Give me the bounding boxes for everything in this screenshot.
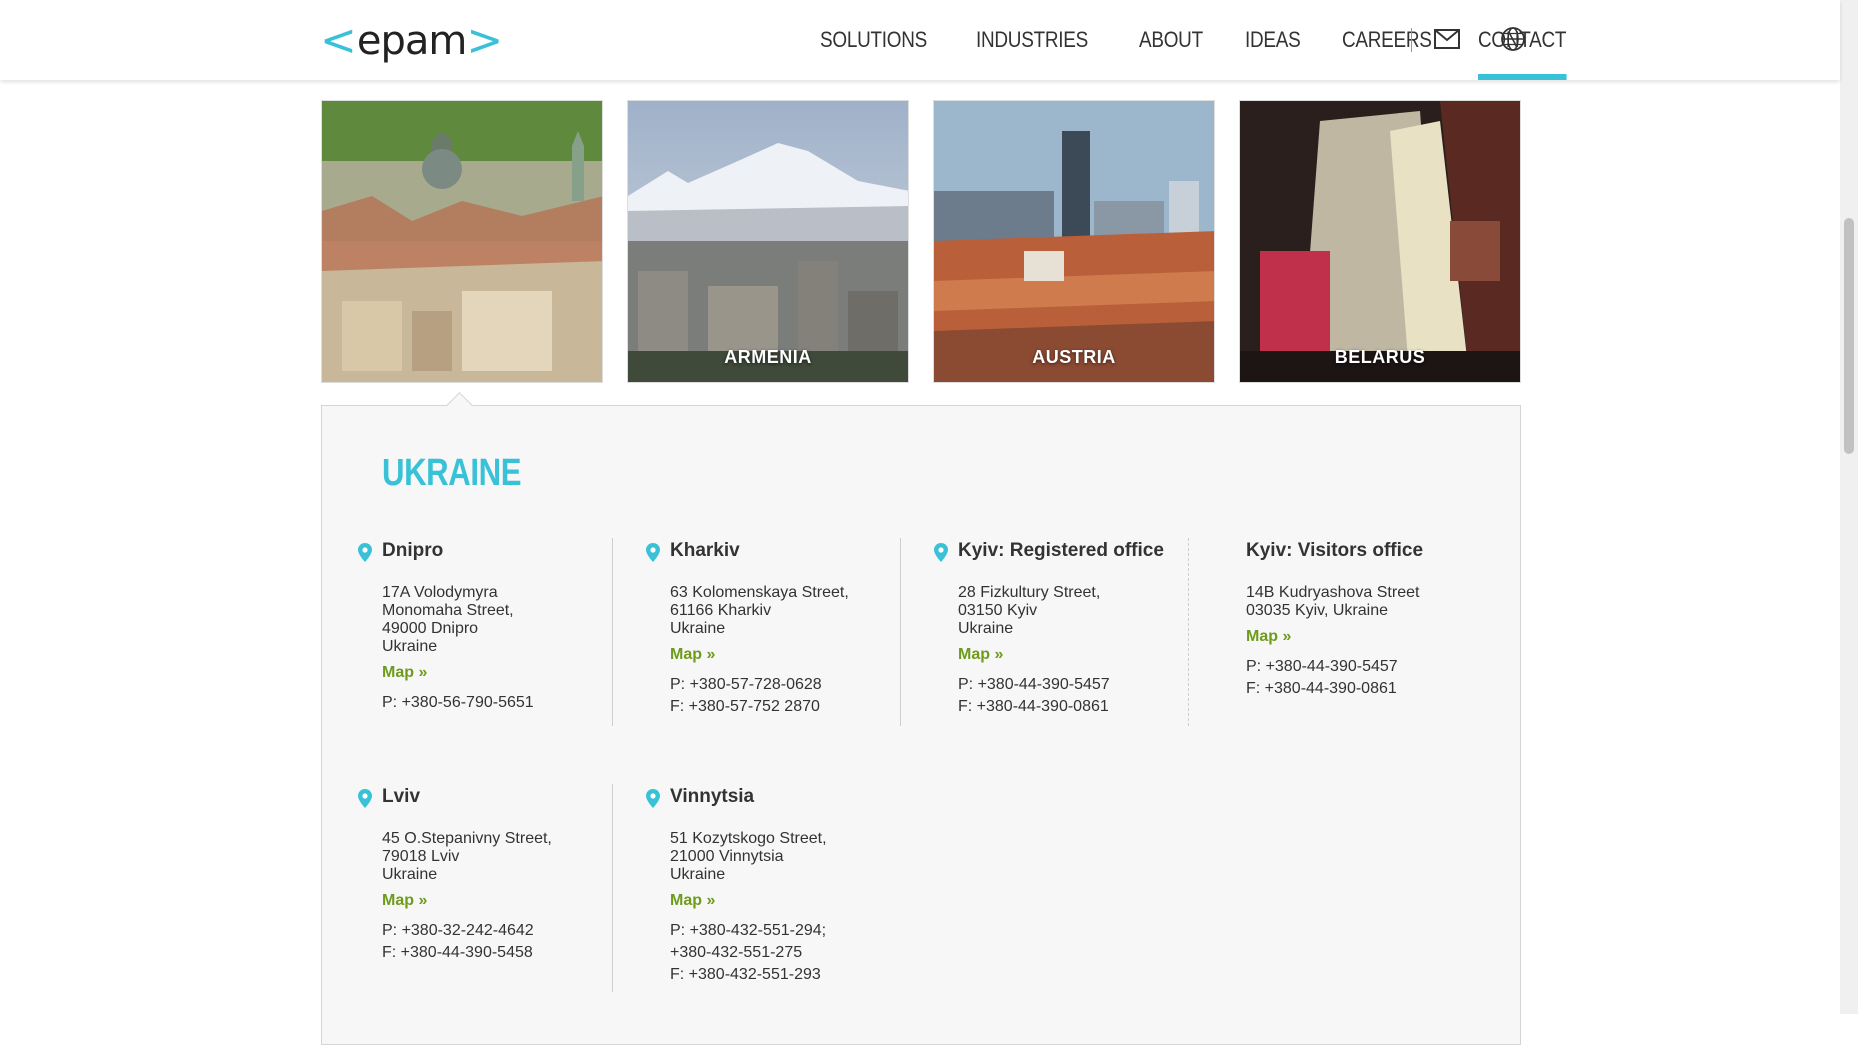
location-pin-icon — [358, 789, 372, 808]
address-line: 03150 Kyiv — [958, 602, 1038, 619]
office-name: Kharkiv — [670, 540, 740, 561]
address-line: Ukraine — [382, 638, 438, 655]
address-line: 21000 Vinnytsia — [670, 848, 784, 865]
mail-icon[interactable] — [1434, 28, 1460, 50]
map-link[interactable]: Map » — [670, 646, 715, 664]
country-tile-belarus[interactable]: BELARUS — [1239, 100, 1521, 383]
address-line: 61166 Kharkiv — [670, 602, 772, 619]
office-address: 28 Fizkultury Street, 03150 Kyiv Ukraine — [958, 584, 1208, 638]
address-line: 17A Volodymyra — [382, 584, 498, 601]
office-phones: P: +380-44-390-5457 F: +380-44-390-0861 — [958, 674, 1208, 718]
phone-line: P: +380-57-728-0628 — [670, 676, 822, 693]
office-phones: P: +380-32-242-4642 F: +380-44-390-5458 — [382, 920, 632, 964]
office-address: 51 Kozytskogo Street, 21000 Vinnytsia Uk… — [670, 830, 920, 884]
phone-line: P: +380-56-790-5651 — [382, 694, 534, 711]
phone-line: P: +380-432-551-294; — [670, 922, 827, 939]
nav-ideas[interactable]: IDEAS — [1245, 0, 1301, 80]
location-pin-icon — [646, 789, 660, 808]
nav-careers[interactable]: CAREERS — [1342, 0, 1432, 80]
address-line: 03035 Kyiv, Ukraine — [1246, 602, 1388, 619]
country-label: ARMENIA — [724, 347, 812, 367]
phone-line: P: +380-44-390-5457 — [1246, 658, 1398, 675]
fax-line: F: +380-432-551-293 — [670, 966, 821, 983]
address-line: Ukraine — [958, 620, 1014, 637]
office-kyiv-registered: Kyiv: Registered office 28 Fizkultury St… — [934, 540, 1208, 718]
office-name: Kyiv: Visitors office — [1246, 540, 1424, 561]
address-line: 63 Kolomenskaya Street, — [670, 584, 849, 601]
main-nav: SOLUTIONS INDUSTRIES ABOUT IDEAS CAREERS… — [820, 0, 1612, 80]
office-phones: P: +380-432-551-294; +380-432-551-275 F:… — [670, 920, 920, 986]
map-link[interactable]: Map » — [382, 664, 427, 682]
location-pin-icon — [934, 543, 948, 562]
address-line: 79018 Lviv — [382, 848, 460, 865]
epam-logo[interactable]: < epam > — [320, 18, 503, 64]
office-phones: P: +380-44-390-5457 F: +380-44-390-0861 — [1246, 656, 1496, 700]
address-line: 51 Kozytskogo Street, — [670, 830, 827, 847]
office-address: 45 O.Stepanivny Street, 79018 Lviv Ukrai… — [382, 830, 632, 884]
column-divider — [900, 538, 901, 726]
office-name: Lviv — [382, 786, 421, 807]
location-pin-icon — [646, 543, 660, 562]
address-line: 28 Fizkultury Street, — [958, 584, 1101, 601]
phone-line: P: +380-32-242-4642 — [382, 922, 534, 939]
office-dnipro: Dnipro 17A Volodymyra Monomaha Street, 4… — [358, 540, 632, 714]
armenia-city-image — [628, 101, 908, 382]
fax-line: F: +380-44-390-5458 — [382, 944, 533, 961]
office-lviv: Lviv 45 O.Stepanivny Street, 79018 Lviv … — [358, 786, 632, 964]
logo-right-bracket: > — [466, 15, 504, 66]
address-line: 14B Kudryashova Street — [1246, 584, 1420, 601]
logo-word: epam — [356, 18, 467, 64]
globe-icon[interactable] — [1500, 26, 1526, 52]
scrollbar-thumb[interactable] — [1844, 218, 1854, 454]
nav-about[interactable]: ABOUT — [1139, 0, 1203, 80]
address-line: Monomaha Street, — [382, 602, 514, 619]
office-phones: P: +380-56-790-5651 — [382, 692, 632, 714]
office-name: Kyiv: Registered office — [958, 540, 1164, 561]
country-label: BELARUS — [1334, 347, 1426, 367]
address-line: Ukraine — [382, 866, 438, 883]
belarus-city-image — [1240, 101, 1520, 382]
country-label: AUSTRIA — [1032, 347, 1116, 367]
office-address: 14B Kudryashova Street 03035 Kyiv, Ukrai… — [1246, 584, 1496, 620]
office-address: 17A Volodymyra Monomaha Street, 49000 Dn… — [382, 584, 632, 656]
location-pin-icon — [358, 543, 372, 562]
nav-divider — [1411, 28, 1412, 52]
map-link[interactable]: Map » — [670, 892, 715, 910]
office-name: Dnipro — [382, 540, 444, 561]
fax-line: F: +380-44-390-0861 — [1246, 680, 1397, 697]
office-phones: P: +380-57-728-0628 F: +380-57-752 2870 — [670, 674, 920, 718]
page-scrollbar[interactable] — [1840, 0, 1858, 1014]
phone-line: +380-432-551-275 — [670, 944, 803, 961]
column-divider — [1188, 538, 1190, 726]
address-line: 45 O.Stepanivny Street, — [382, 830, 552, 847]
map-link[interactable]: Map » — [382, 892, 427, 910]
country-tile-ukraine[interactable] — [321, 100, 603, 383]
office-name: Vinnytsia — [670, 786, 755, 807]
nav-industries[interactable]: INDUSTRIES — [976, 0, 1088, 80]
office-vinnytsia: Vinnytsia 51 Kozytskogo Street, 21000 Vi… — [646, 786, 920, 986]
nav-solutions[interactable]: SOLUTIONS — [820, 0, 927, 80]
address-line: Ukraine — [670, 620, 726, 637]
austria-city-image — [934, 101, 1214, 382]
office-address: 63 Kolomenskaya Street, 61166 Kharkiv Uk… — [670, 584, 920, 638]
country-tile-austria[interactable]: AUSTRIA — [933, 100, 1215, 383]
site-header: < epam > SOLUTIONS INDUSTRIES ABOUT IDEA… — [0, 0, 1840, 80]
fax-line: F: +380-57-752 2870 — [670, 698, 820, 715]
office-kharkiv: Kharkiv 63 Kolomenskaya Street, 61166 Kh… — [646, 540, 920, 718]
country-title: UKRAINE — [382, 452, 522, 494]
map-link[interactable]: Map » — [958, 646, 1003, 664]
column-divider — [612, 784, 613, 992]
address-line: 49000 Dnipro — [382, 620, 479, 637]
map-link[interactable]: Map » — [1246, 628, 1291, 646]
phone-line: P: +380-44-390-5457 — [958, 676, 1110, 693]
office-kyiv-visitors: Kyiv: Visitors office 14B Kudryashova St… — [1246, 540, 1496, 700]
logo-left-bracket: < — [320, 15, 357, 66]
ukraine-city-image — [322, 101, 602, 382]
column-divider — [612, 538, 613, 726]
fax-line: F: +380-44-390-0861 — [958, 698, 1109, 715]
address-line: Ukraine — [670, 866, 726, 883]
country-tile-armenia[interactable]: ARMENIA — [627, 100, 909, 383]
